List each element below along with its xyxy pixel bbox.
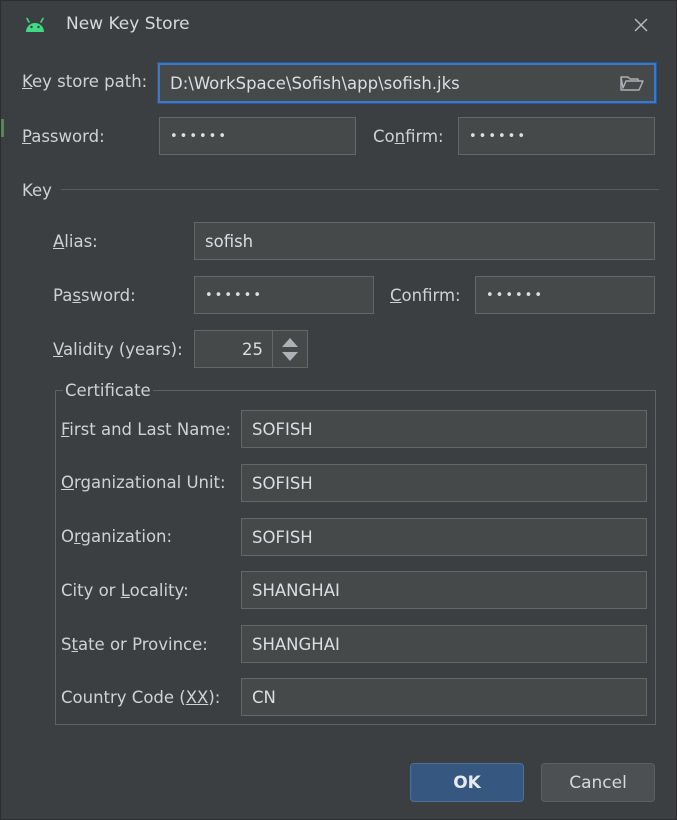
keystore-confirm-field[interactable]: •••••• <box>458 117 655 155</box>
key-confirm-dots: •••••• <box>486 287 545 303</box>
browse-folder-icon[interactable] <box>620 74 644 92</box>
title-bar: New Key Store <box>1 1 676 49</box>
new-key-store-dialog: New Key Store Key store path: D:\WorkSpa… <box>0 0 677 820</box>
state-label: State or Province: <box>61 635 208 654</box>
validity-label: Validity (years): <box>53 340 183 359</box>
alias-input[interactable]: sofish <box>194 222 655 260</box>
key-password-label: Password: <box>53 286 136 305</box>
alias-label: Alias: <box>53 232 98 251</box>
organization-label: Organization: <box>61 527 173 546</box>
android-icon <box>26 17 44 32</box>
alias-value: sofish <box>205 231 254 251</box>
spinner-down-icon[interactable] <box>282 352 298 361</box>
keystore-confirm-dots: •••••• <box>469 128 528 144</box>
city-label: City or Locality: <box>61 581 189 600</box>
org-unit-input[interactable]: SOFISH <box>241 464 647 502</box>
keystore-password-dots: •••••• <box>170 128 229 144</box>
organization-value: SOFISH <box>252 527 313 547</box>
city-input[interactable]: SHANGHAI <box>241 571 647 609</box>
validity-spinner[interactable]: 25 <box>194 330 308 368</box>
close-icon <box>634 18 648 32</box>
country-code-input[interactable]: CN <box>241 678 647 716</box>
validity-spinner-buttons <box>272 331 307 367</box>
org-unit-label: Organizational Unit: <box>61 473 226 492</box>
key-confirm-label: Confirm: <box>390 286 461 305</box>
key-confirm-field[interactable]: •••••• <box>475 276 655 314</box>
organization-input[interactable]: SOFISH <box>241 518 647 556</box>
keystore-password-label: Password: <box>22 127 105 146</box>
key-section-label: Key <box>22 181 52 200</box>
spinner-up-icon[interactable] <box>282 338 298 347</box>
keystore-path-value: D:\WorkSpace\Sofish\app\sofish.jks <box>170 73 460 93</box>
close-button[interactable] <box>627 11 655 39</box>
keystore-confirm-label: Confirm: <box>373 127 444 146</box>
country-code-value: CN <box>252 687 276 707</box>
key-password-dots: •••••• <box>205 287 264 303</box>
keystore-path-input[interactable]: D:\WorkSpace\Sofish\app\sofish.jks <box>158 63 656 103</box>
certificate-title: Certificate <box>63 381 153 400</box>
state-value: SHANGHAI <box>252 634 340 654</box>
first-last-name-input[interactable]: SOFISH <box>241 410 647 448</box>
first-last-name-label: First and Last Name: <box>61 420 232 439</box>
key-section-divider <box>61 189 659 190</box>
cancel-button[interactable]: Cancel <box>541 763 655 802</box>
state-input[interactable]: SHANGHAI <box>241 625 647 663</box>
keystore-password-field[interactable]: •••••• <box>159 117 356 155</box>
first-last-name-value: SOFISH <box>252 419 313 439</box>
city-value: SHANGHAI <box>252 580 340 600</box>
country-code-label: Country Code (XX): <box>61 688 221 707</box>
org-unit-value: SOFISH <box>252 473 313 493</box>
ok-button[interactable]: OK <box>410 763 524 802</box>
key-password-field[interactable]: •••••• <box>194 276 374 314</box>
validity-value: 25 <box>242 339 263 359</box>
keystore-path-label: Key store path: <box>22 72 148 91</box>
window-title: New Key Store <box>66 14 190 34</box>
background-edge-indicator <box>1 119 4 137</box>
